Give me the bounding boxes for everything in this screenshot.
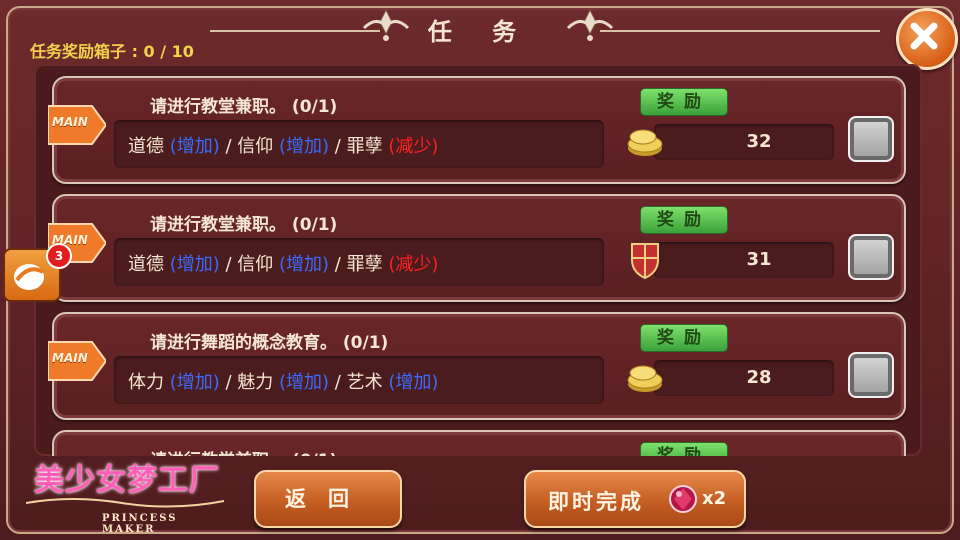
notification-badge: 3 — [46, 243, 72, 269]
stat-change: (增加) — [169, 136, 220, 157]
stat-name: 体力 — [128, 372, 164, 393]
main-tag-label: MAIN — [52, 351, 88, 365]
reward-label: 奖励 — [640, 206, 728, 234]
task-card: 请进行教堂兼职。 (0/1) 奖励 — [52, 430, 906, 456]
shield-icon — [631, 243, 659, 280]
stat-separator: / — [219, 136, 238, 157]
stat-change: (增加) — [279, 372, 330, 393]
stat-separator: / — [329, 254, 347, 275]
task-title: 请进行教堂兼职。 (0/1) — [150, 97, 338, 117]
task-checkbox[interactable] — [848, 352, 894, 398]
main-tag-label: MAIN — [52, 115, 88, 129]
reward-label: 奖励 — [640, 442, 728, 456]
task-checkbox[interactable] — [848, 116, 894, 162]
reward-label: 奖励 — [640, 324, 728, 352]
stat-change: (增加) — [279, 254, 330, 275]
stat-name: 信仰 — [237, 136, 274, 157]
stat-name: 信仰 — [237, 254, 274, 275]
game-logo: 美少女梦工厂 PRINCESS MAKER — [22, 455, 228, 535]
ornament-right-icon — [566, 8, 614, 41]
stat-separator: / — [219, 254, 238, 275]
reward-bar: 31 — [654, 242, 834, 278]
reward-bar: 28 — [654, 360, 834, 396]
logo-flourish-icon — [25, 498, 225, 508]
stat-separator: / — [219, 372, 238, 393]
logo-title: 美少女梦工厂 — [34, 463, 220, 498]
gold-coins-icon — [627, 129, 663, 156]
task-card: MAIN 请进行教堂兼职。 (0/1) 道德 (增加) / 信仰 (增加) / … — [47, 76, 906, 184]
close-icon — [910, 22, 938, 50]
reward-value: 28 — [746, 367, 772, 388]
stat-change: (减少) — [388, 254, 439, 275]
page-title: 任 务 — [427, 18, 533, 46]
title-divider-left — [210, 30, 380, 32]
instant-complete-label: 即时完成 — [548, 490, 644, 514]
stat-name: 道德 — [128, 254, 164, 275]
main-tag: MAIN — [47, 338, 108, 384]
stat-change: (增加) — [169, 372, 220, 393]
task-list[interactable]: MAIN 请进行教堂兼职。 (0/1) 道德 (增加) / 信仰 (增加) / … — [34, 64, 922, 456]
task-checkbox[interactable] — [848, 234, 894, 280]
stat-name: 魅力 — [237, 372, 274, 393]
instant-complete-cost: x2 — [702, 488, 727, 509]
reward-value: 31 — [746, 249, 772, 270]
stat-change: (减少) — [388, 136, 439, 157]
gold-coins-icon — [627, 365, 663, 392]
task-title: 请进行教堂兼职。 (0/1) — [150, 215, 338, 235]
stats-panel: 体力 (增加) / 魅力 (增加) / 艺术 (增加) — [114, 356, 604, 404]
stat-change: (增加) — [279, 136, 330, 157]
stats-panel: 道德 (增加) / 信仰 (增加) / 罪孽 (减少) — [114, 238, 604, 286]
task-card: MAIN 请进行舞蹈的概念教育。 (0/1) 体力 (增加) / 魅力 (增加)… — [47, 312, 906, 420]
stat-name: 罪孽 — [346, 136, 383, 157]
stats-line: 道德 (增加) / 信仰 (增加) / 罪孽 (减少) — [128, 250, 438, 276]
task-title: 请进行舞蹈的概念教育。 (0/1) — [150, 333, 389, 353]
stat-change: (增加) — [169, 254, 220, 275]
instant-complete-button[interactable]: 即时完成 x2 — [524, 470, 746, 528]
stat-change: (增加) — [388, 372, 439, 393]
stat-separator: / — [329, 372, 347, 393]
stats-panel: 道德 (增加) / 信仰 (增加) / 罪孽 (减少) — [114, 120, 604, 168]
stats-line: 体力 (增加) / 魅力 (增加) / 艺术 (增加) — [128, 368, 438, 394]
reward-label: 奖励 — [640, 88, 728, 116]
ruby-gem-icon — [669, 485, 697, 513]
close-button[interactable] — [896, 8, 958, 70]
task-card: MAIN 请进行教堂兼职。 (0/1) 道德 (增加) / 信仰 (增加) / … — [47, 194, 906, 302]
back-button[interactable]: 返回 — [254, 470, 402, 528]
logo-subtitle: PRINCESS MAKER — [102, 513, 178, 535]
title-divider-right — [600, 30, 880, 32]
stat-name: 艺术 — [346, 372, 383, 393]
ornament-left-icon — [362, 8, 410, 41]
stat-separator: / — [329, 136, 347, 157]
stat-name: 罪孽 — [346, 254, 383, 275]
stats-line: 道德 (增加) / 信仰 (增加) / 罪孽 (减少) — [128, 132, 438, 158]
reward-box-counter: 任务奖励箱子 : 0 / 10 — [30, 42, 194, 61]
reward-value: 32 — [746, 131, 772, 152]
main-tag: MAIN — [47, 102, 108, 148]
stat-name: 道德 — [128, 136, 164, 157]
reward-bar: 32 — [654, 124, 834, 160]
